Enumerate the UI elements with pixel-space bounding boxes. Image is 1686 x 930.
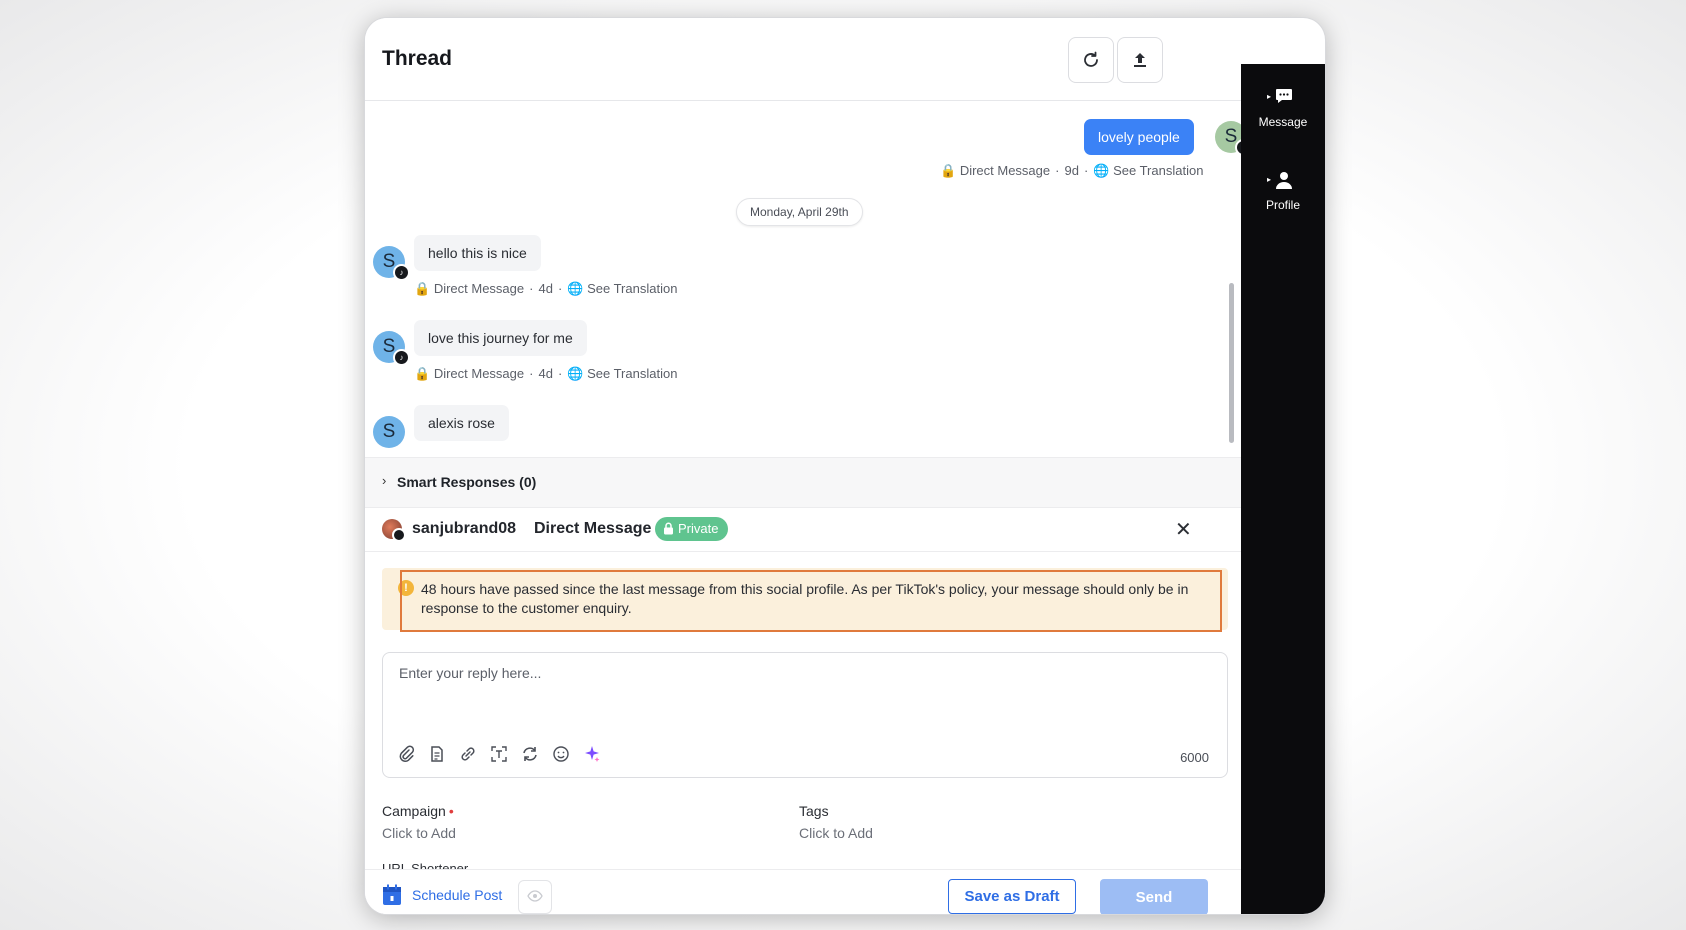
privacy-badge: Private xyxy=(655,517,729,541)
incoming-message-bubble: alexis rose xyxy=(414,405,509,441)
message-meta: 🔒 Direct Message · 4d · 🌐 See Translation xyxy=(414,366,678,381)
reply-box: 6000 xyxy=(382,652,1228,778)
tags-field[interactable]: Click to Add xyxy=(799,825,873,841)
text-scan-icon[interactable] xyxy=(490,745,510,765)
lock-icon xyxy=(664,522,673,535)
url-shortener-label: URL Shortener xyxy=(382,861,469,869)
incoming-message-bubble: hello this is nice xyxy=(414,235,541,271)
smart-responses-toggle[interactable]: › Smart Responses (0) xyxy=(365,457,1241,508)
date-separator: Monday, April 29th xyxy=(736,198,863,226)
tiktok-badge-icon xyxy=(392,528,406,542)
sidebar-item-label: Message xyxy=(1258,115,1308,129)
tiktok-badge-icon: ♪ xyxy=(393,264,410,281)
reply-input[interactable] xyxy=(397,663,1201,717)
thread-panel: Thread lovely people S ♪ xyxy=(365,18,1241,914)
page-title: Thread xyxy=(382,47,453,70)
see-translation-link[interactable]: See Translation xyxy=(587,366,677,381)
meta-channel: Direct Message xyxy=(959,163,1051,178)
lock-icon: 🔒 xyxy=(414,366,431,381)
sidebar-item-label: Profile xyxy=(1265,198,1300,212)
schedule-post-label: Schedule Post xyxy=(412,887,503,903)
globe-icon: 🌐 xyxy=(567,281,584,296)
sidebar-item-profile[interactable]: ▸ Profile xyxy=(1241,169,1325,212)
thread-scrollbar[interactable] xyxy=(1229,283,1234,443)
meta-channel: Direct Message xyxy=(433,281,525,296)
message-thread[interactable]: lovely people S ♪ 🔒 Direct Message·9d·🌐 … xyxy=(365,101,1241,457)
chat-bubble-icon xyxy=(1276,89,1292,103)
avatar: S ♪ xyxy=(1215,121,1241,156)
globe-icon: 🌐 xyxy=(567,366,584,381)
save-as-draft-button[interactable]: Save as Draft xyxy=(948,879,1076,914)
ai-sparkle-icon[interactable] xyxy=(583,745,603,765)
person-icon xyxy=(1276,172,1292,189)
campaign-field[interactable]: Click to Add xyxy=(382,825,456,841)
thread-window: Thread lovely people S ♪ xyxy=(365,18,1325,914)
character-counter: 6000 xyxy=(1180,750,1209,765)
avatar: S ♪ xyxy=(373,331,410,366)
close-composer-button[interactable]: ✕ xyxy=(1175,517,1192,542)
eye-icon xyxy=(527,890,543,902)
profile-avatar xyxy=(382,519,406,542)
message-meta: 🔒 Direct Message · 9d · 🌐 See Translation xyxy=(940,163,1204,178)
right-sidebar: ▸ Message ▸ Profile xyxy=(1241,64,1325,914)
see-translation-link[interactable]: See Translation xyxy=(587,281,677,296)
meta-age: 4d xyxy=(538,366,553,381)
required-marker: • xyxy=(448,803,454,819)
attachment-icon[interactable] xyxy=(397,745,417,765)
preview-button[interactable] xyxy=(518,880,552,914)
close-icon: ✕ xyxy=(1175,519,1192,541)
avatar: S xyxy=(373,416,405,448)
repost-icon[interactable] xyxy=(521,745,541,765)
composer-header: sanjubrand08 Direct Message Private ✕ xyxy=(365,507,1241,552)
campaign-label: Campaign • xyxy=(382,803,454,819)
export-button[interactable] xyxy=(1117,37,1163,83)
meta-age: 4d xyxy=(538,281,553,296)
meta-age: 9d xyxy=(1064,163,1079,178)
message-meta: 🔒 Direct Message · 4d · 🌐 See Translation xyxy=(414,281,678,296)
calendar-icon xyxy=(383,884,401,905)
campaign-label-text: Campaign xyxy=(382,803,446,819)
sidebar-item-message[interactable]: ▸ Message xyxy=(1241,86,1325,129)
profile-username: sanjubrand08 xyxy=(412,520,517,537)
send-button[interactable]: Send xyxy=(1100,879,1208,914)
smart-responses-label: Smart Responses (0) xyxy=(397,474,537,490)
refresh-button[interactable] xyxy=(1068,37,1114,83)
tags-label: Tags xyxy=(799,803,829,819)
caret-right-icon: ▸ xyxy=(1267,92,1272,101)
tiktok-badge-icon: ♪ xyxy=(393,349,410,366)
composer-footer: Schedule Post Save as Draft Send xyxy=(365,869,1241,914)
avatar-letter: S xyxy=(382,421,396,442)
refresh-icon xyxy=(1084,51,1098,67)
privacy-label: Private xyxy=(678,521,719,536)
emoji-icon[interactable] xyxy=(552,745,572,765)
meta-channel: Direct Message xyxy=(433,366,525,381)
incoming-message-bubble: love this journey for me xyxy=(414,320,587,356)
document-icon[interactable] xyxy=(428,745,448,765)
lock-icon: 🔒 xyxy=(940,163,957,178)
caret-right-icon: ▸ xyxy=(1267,175,1272,184)
upload-icon xyxy=(1134,53,1146,67)
thread-header: Thread xyxy=(365,18,1241,101)
link-icon[interactable] xyxy=(459,745,479,765)
avatar: S ♪ xyxy=(373,246,410,281)
see-translation-link[interactable]: See Translation xyxy=(1113,163,1203,178)
message-type: Direct Message xyxy=(534,520,652,537)
lock-icon: 🔒 xyxy=(414,281,431,296)
outgoing-message-bubble: lovely people xyxy=(1084,119,1194,155)
warning-highlight-outline xyxy=(400,570,1222,632)
chevron-right-icon: › xyxy=(382,473,387,488)
globe-icon: 🌐 xyxy=(1093,163,1110,178)
